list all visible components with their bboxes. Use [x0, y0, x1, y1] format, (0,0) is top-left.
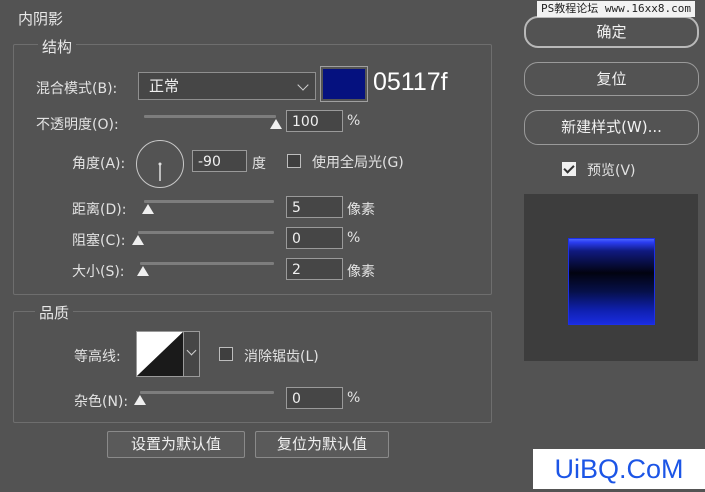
noise-slider-track[interactable]: [140, 391, 274, 394]
choke-input[interactable]: 0: [286, 227, 343, 249]
contour-linear-icon: [137, 332, 183, 376]
anti-alias-label: 消除锯齿(L): [244, 349, 319, 365]
opacity-slider-thumb[interactable]: [270, 119, 282, 129]
distance-slider-track[interactable]: [144, 200, 274, 203]
preview-label: 预览(V): [587, 163, 636, 179]
dialog-title: 内阴影: [18, 10, 64, 28]
preview-checkbox[interactable]: [562, 162, 576, 176]
style-preview-gradient: [569, 239, 654, 324]
angle-unit: 度: [252, 156, 266, 172]
size-unit: 像素: [347, 264, 375, 280]
angle-label: 角度(A):: [72, 156, 126, 172]
opacity-input[interactable]: 100: [286, 110, 343, 132]
make-default-button[interactable]: 设置为默认值: [107, 431, 245, 458]
style-preview-box: [524, 194, 698, 361]
structure-title: 结构: [38, 36, 77, 57]
blend-mode-value: 正常: [149, 77, 180, 95]
contour-divider: [183, 332, 184, 376]
choke-slider-thumb[interactable]: [132, 235, 144, 245]
chevron-down-icon: [297, 79, 309, 91]
reset-button[interactable]: 复位: [524, 62, 699, 96]
distance-label: 距离(D):: [72, 202, 127, 218]
choke-slider-track[interactable]: [138, 231, 274, 234]
reset-to-default-button[interactable]: 复位为默认值: [255, 431, 389, 458]
size-slider-track[interactable]: [140, 262, 274, 265]
noise-slider-thumb[interactable]: [134, 395, 146, 405]
choke-label: 阻塞(C):: [72, 233, 126, 249]
blend-mode-label: 混合模式(B):: [36, 81, 118, 97]
distance-input[interactable]: 5: [286, 196, 343, 218]
distance-unit: 像素: [347, 202, 375, 218]
color-hex-annotation: 05117f: [373, 68, 448, 96]
size-slider-thumb[interactable]: [136, 266, 149, 276]
ok-button[interactable]: 确定: [524, 16, 699, 48]
contour-picker[interactable]: [136, 331, 200, 377]
watermark-bottom: UiBQ.CoM: [533, 449, 705, 489]
watermark-top: PS教程论坛 www.16xx8.com: [537, 1, 695, 17]
global-light-label: 使用全局光(G): [312, 155, 404, 171]
shadow-color-fill: [323, 69, 365, 99]
noise-label: 杂色(N):: [74, 394, 129, 410]
noise-input[interactable]: 0: [286, 387, 343, 409]
quality-title: 品质: [35, 302, 74, 323]
global-light-checkbox[interactable]: [287, 154, 301, 168]
opacity-slider-track[interactable]: [144, 115, 276, 118]
noise-unit: %: [347, 390, 361, 406]
contour-label: 等高线:: [74, 349, 121, 365]
angle-input[interactable]: -90: [192, 150, 247, 172]
style-preview-swatch: [568, 238, 655, 325]
choke-unit: %: [347, 230, 361, 246]
size-label: 大小(S):: [72, 264, 125, 280]
size-input[interactable]: 2: [286, 258, 343, 280]
shadow-color-swatch[interactable]: [320, 66, 368, 102]
angle-dial[interactable]: [136, 140, 184, 188]
angle-dial-needle-icon: [158, 162, 162, 181]
contour-chevron-down-icon[interactable]: [186, 345, 197, 356]
opacity-unit: %: [347, 113, 361, 129]
opacity-label: 不透明度(O):: [36, 117, 119, 133]
anti-alias-checkbox[interactable]: [219, 347, 233, 361]
blend-mode-select[interactable]: 正常: [138, 72, 316, 100]
new-style-button[interactable]: 新建样式(W)...: [524, 110, 699, 145]
distance-slider-thumb[interactable]: [141, 204, 154, 214]
